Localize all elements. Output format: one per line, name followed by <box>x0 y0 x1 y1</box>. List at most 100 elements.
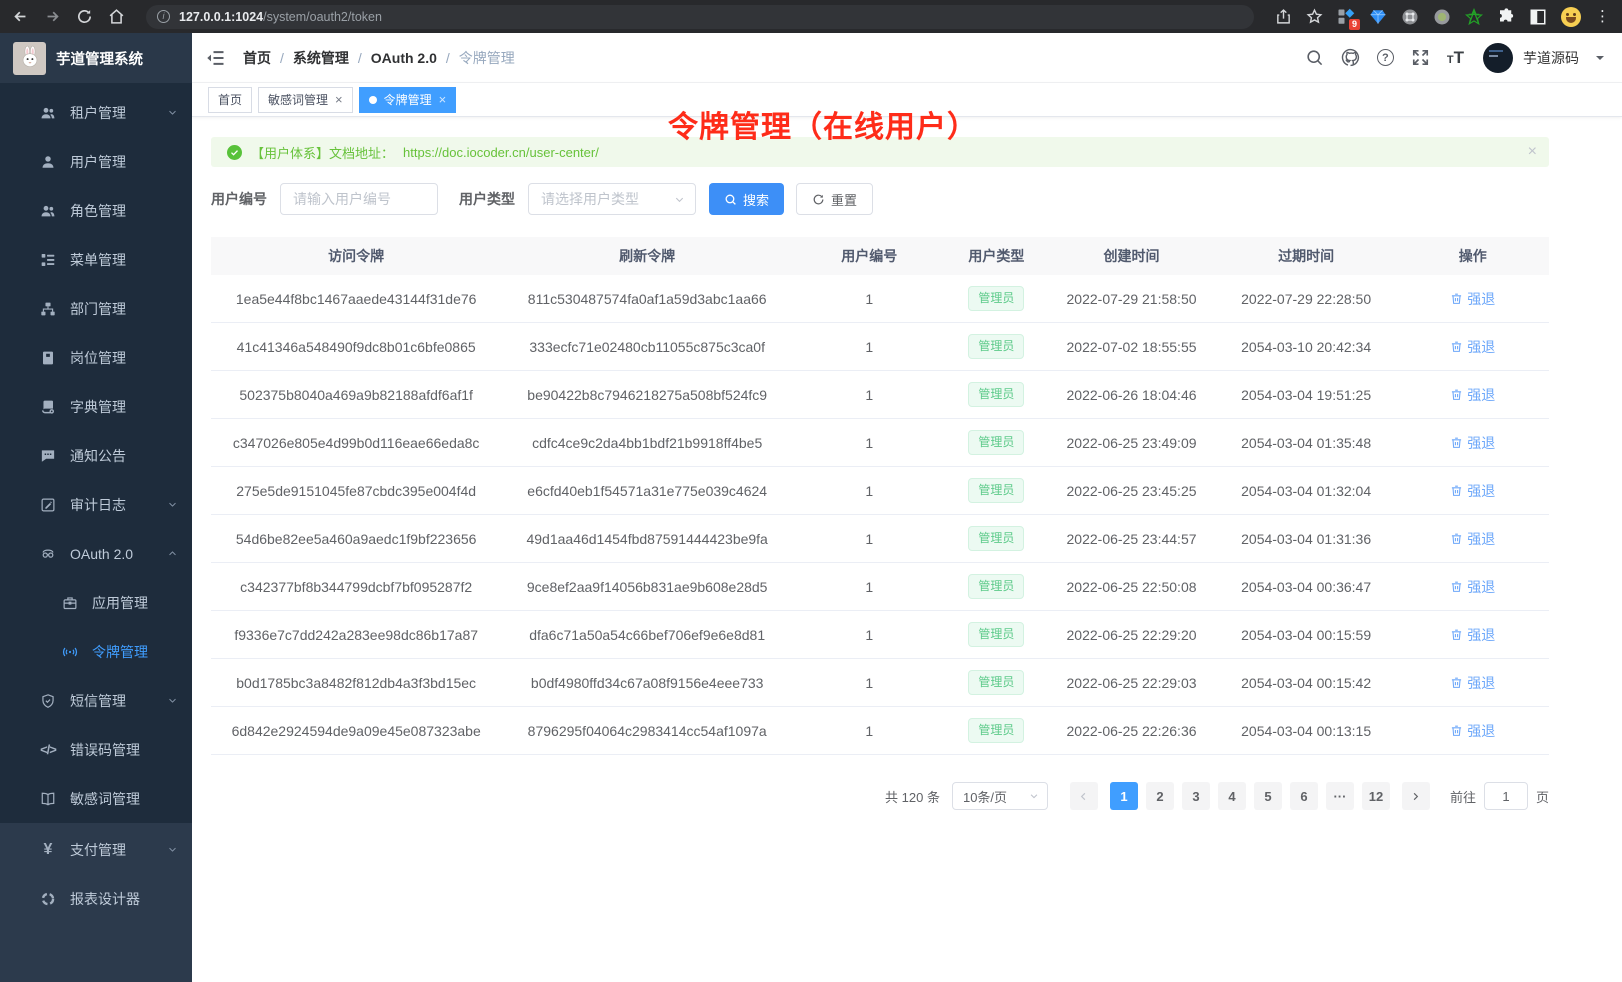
sidebar-collapse-icon[interactable] <box>206 48 226 68</box>
force-logout-button[interactable]: 强退 <box>1450 337 1495 357</box>
page-tab[interactable]: 敏感词管理 × <box>258 87 353 113</box>
fullscreen-icon[interactable] <box>1411 48 1430 67</box>
token-signal-icon <box>62 644 78 660</box>
page-button[interactable]: 4 <box>1218 782 1246 810</box>
page-button[interactable]: 6 <box>1290 782 1318 810</box>
browser-menu-icon[interactable]: ⋮ <box>1595 9 1610 24</box>
action-cell: 强退 <box>1396 625 1549 645</box>
force-logout-button[interactable]: 强退 <box>1450 721 1495 741</box>
alert-close-icon[interactable]: × <box>1528 144 1537 160</box>
user-type-cell: 管理员 <box>946 718 1048 742</box>
force-logout-button[interactable]: 强退 <box>1450 481 1495 501</box>
breadcrumb-item[interactable]: 系统管理 <box>293 48 371 68</box>
sidebar-item[interactable]: 用户管理 <box>0 137 192 186</box>
url-text: 127.0.0.1:1024/system/oauth2/token <box>179 10 382 24</box>
user-id-cell: 1 <box>793 579 946 595</box>
sidebar-item[interactable]: ¥ 支付管理 <box>0 825 192 874</box>
sidebar-item[interactable]: 应用管理 <box>0 578 192 627</box>
force-logout-button[interactable]: 强退 <box>1450 433 1495 453</box>
pagination: 共 120 条 10条/页 1 2 3 4 <box>211 782 1549 810</box>
sidebar-item[interactable]: 字典管理 <box>0 382 192 431</box>
home-icon[interactable] <box>108 8 125 25</box>
tab-close-icon[interactable]: × <box>335 93 343 106</box>
app-logo[interactable]: 芋道管理系统 <box>0 33 192 83</box>
breadcrumb-item[interactable]: 首页 <box>243 48 293 68</box>
address-bar[interactable]: i 127.0.0.1:1024/system/oauth2/token <box>146 5 1254 29</box>
sidebar-item[interactable]: 令牌管理 <box>0 627 192 676</box>
back-icon[interactable] <box>12 8 29 25</box>
page-tab[interactable]: 令牌管理 × <box>359 87 457 113</box>
trash-icon <box>1450 676 1463 689</box>
table-row: 275e5de9151045fe87cbdc395e004f4d e6cfd40… <box>211 467 1549 515</box>
page-button[interactable]: 5 <box>1254 782 1282 810</box>
table-row: 41c41346a548490f9dc8b01c6bfe0865 333ecfc… <box>211 323 1549 371</box>
total-count: 共 120 条 <box>885 787 940 806</box>
expire-time-cell: 2054-03-04 01:35:48 <box>1216 435 1397 451</box>
user-avatar[interactable] <box>1483 43 1513 73</box>
page-button[interactable]: 3 <box>1182 782 1210 810</box>
breadcrumb-item[interactable]: 令牌管理 <box>459 48 515 68</box>
green-star-extension-icon[interactable] <box>1465 8 1483 26</box>
page-button[interactable]: 1 <box>1110 782 1138 810</box>
tab-close-icon[interactable]: × <box>439 93 447 106</box>
jump-page-input[interactable] <box>1484 782 1528 810</box>
page-button[interactable]: 12 <box>1362 782 1390 810</box>
breadcrumb-item[interactable]: OAuth 2.0 <box>371 50 459 66</box>
extension-blocks-icon[interactable]: 9 <box>1337 8 1355 26</box>
forward-icon[interactable] <box>44 8 61 25</box>
sidebar-item[interactable]: 审计日志 <box>0 480 192 529</box>
reload-icon[interactable] <box>76 8 93 25</box>
force-logout-button[interactable]: 强退 <box>1450 577 1495 597</box>
sidebar-item[interactable]: OAuth 2.0 <box>0 529 192 578</box>
search-icon[interactable] <box>1305 48 1324 67</box>
puzzle-extensions-icon[interactable] <box>1497 8 1515 26</box>
active-tab-dot <box>369 96 377 104</box>
access-token-cell: c347026e805e4d99b0d116eae66eda8c <box>211 435 501 451</box>
sidebar-item[interactable]: 部门管理 <box>0 284 192 333</box>
action-cell: 强退 <box>1396 481 1549 501</box>
force-logout-button[interactable]: 强退 <box>1450 385 1495 405</box>
user-type-badge: 管理员 <box>968 526 1024 550</box>
user-type-select[interactable]: 请选择用户类型 <box>528 183 696 215</box>
page-button[interactable]: 2 <box>1146 782 1174 810</box>
github-icon[interactable] <box>1341 48 1360 67</box>
sidebar-item[interactable]: 菜单管理 <box>0 235 192 284</box>
page-button[interactable]: ··· <box>1326 782 1354 810</box>
sidebar-item[interactable]: 通知公告 <box>0 431 192 480</box>
access-token-cell: 54d6be82ee5a460a9aedc1f9bf223656 <box>211 531 501 547</box>
reset-button[interactable]: 重置 <box>796 183 873 215</box>
post-icon <box>40 350 56 366</box>
user-dropdown-caret-icon[interactable] <box>1596 56 1604 64</box>
record-extension-icon[interactable] <box>1433 8 1451 26</box>
sidebar-item[interactable]: 报表设计器 <box>0 874 192 923</box>
prev-page-button[interactable] <box>1070 782 1098 810</box>
force-logout-button[interactable]: 强退 <box>1450 289 1495 309</box>
sidebar-item[interactable]: 岗位管理 <box>0 333 192 382</box>
sidebar-item[interactable]: </> 错误码管理 <box>0 725 192 774</box>
help-icon[interactable]: ? <box>1377 49 1394 66</box>
page-tab[interactable]: 首页 <box>208 87 252 113</box>
site-info-icon[interactable]: i <box>157 10 170 23</box>
trash-icon <box>1450 436 1463 449</box>
bookmark-star-icon[interactable] <box>1306 8 1323 25</box>
force-logout-button[interactable]: 强退 <box>1450 673 1495 693</box>
sidebar-item[interactable]: 短信管理 <box>0 676 192 725</box>
user-id-input[interactable] <box>280 183 438 215</box>
page-size-select[interactable]: 10条/页 <box>952 782 1048 810</box>
search-button[interactable]: 搜索 <box>709 183 784 215</box>
sidebar-item[interactable]: 租户管理 <box>0 88 192 137</box>
share-icon[interactable] <box>1275 8 1292 25</box>
font-size-icon[interactable]: TT <box>1447 49 1464 66</box>
user-name[interactable]: 芋道源码 <box>1523 48 1579 68</box>
force-logout-button[interactable]: 强退 <box>1450 529 1495 549</box>
sidebar-item[interactable]: 敏感词管理 <box>0 774 192 823</box>
gray-circle-extension-icon[interactable] <box>1401 8 1419 26</box>
sidebar-item[interactable]: 角色管理 <box>0 186 192 235</box>
jump-suffix: 页 <box>1536 787 1549 806</box>
next-page-button[interactable] <box>1402 782 1430 810</box>
gem-extension-icon[interactable] <box>1369 8 1387 26</box>
window-frame-icon[interactable] <box>1529 8 1547 26</box>
doc-link[interactable]: https://doc.iocoder.cn/user-center/ <box>403 145 599 160</box>
force-logout-button[interactable]: 强退 <box>1450 625 1495 645</box>
profile-avatar-icon[interactable] <box>1561 7 1581 27</box>
